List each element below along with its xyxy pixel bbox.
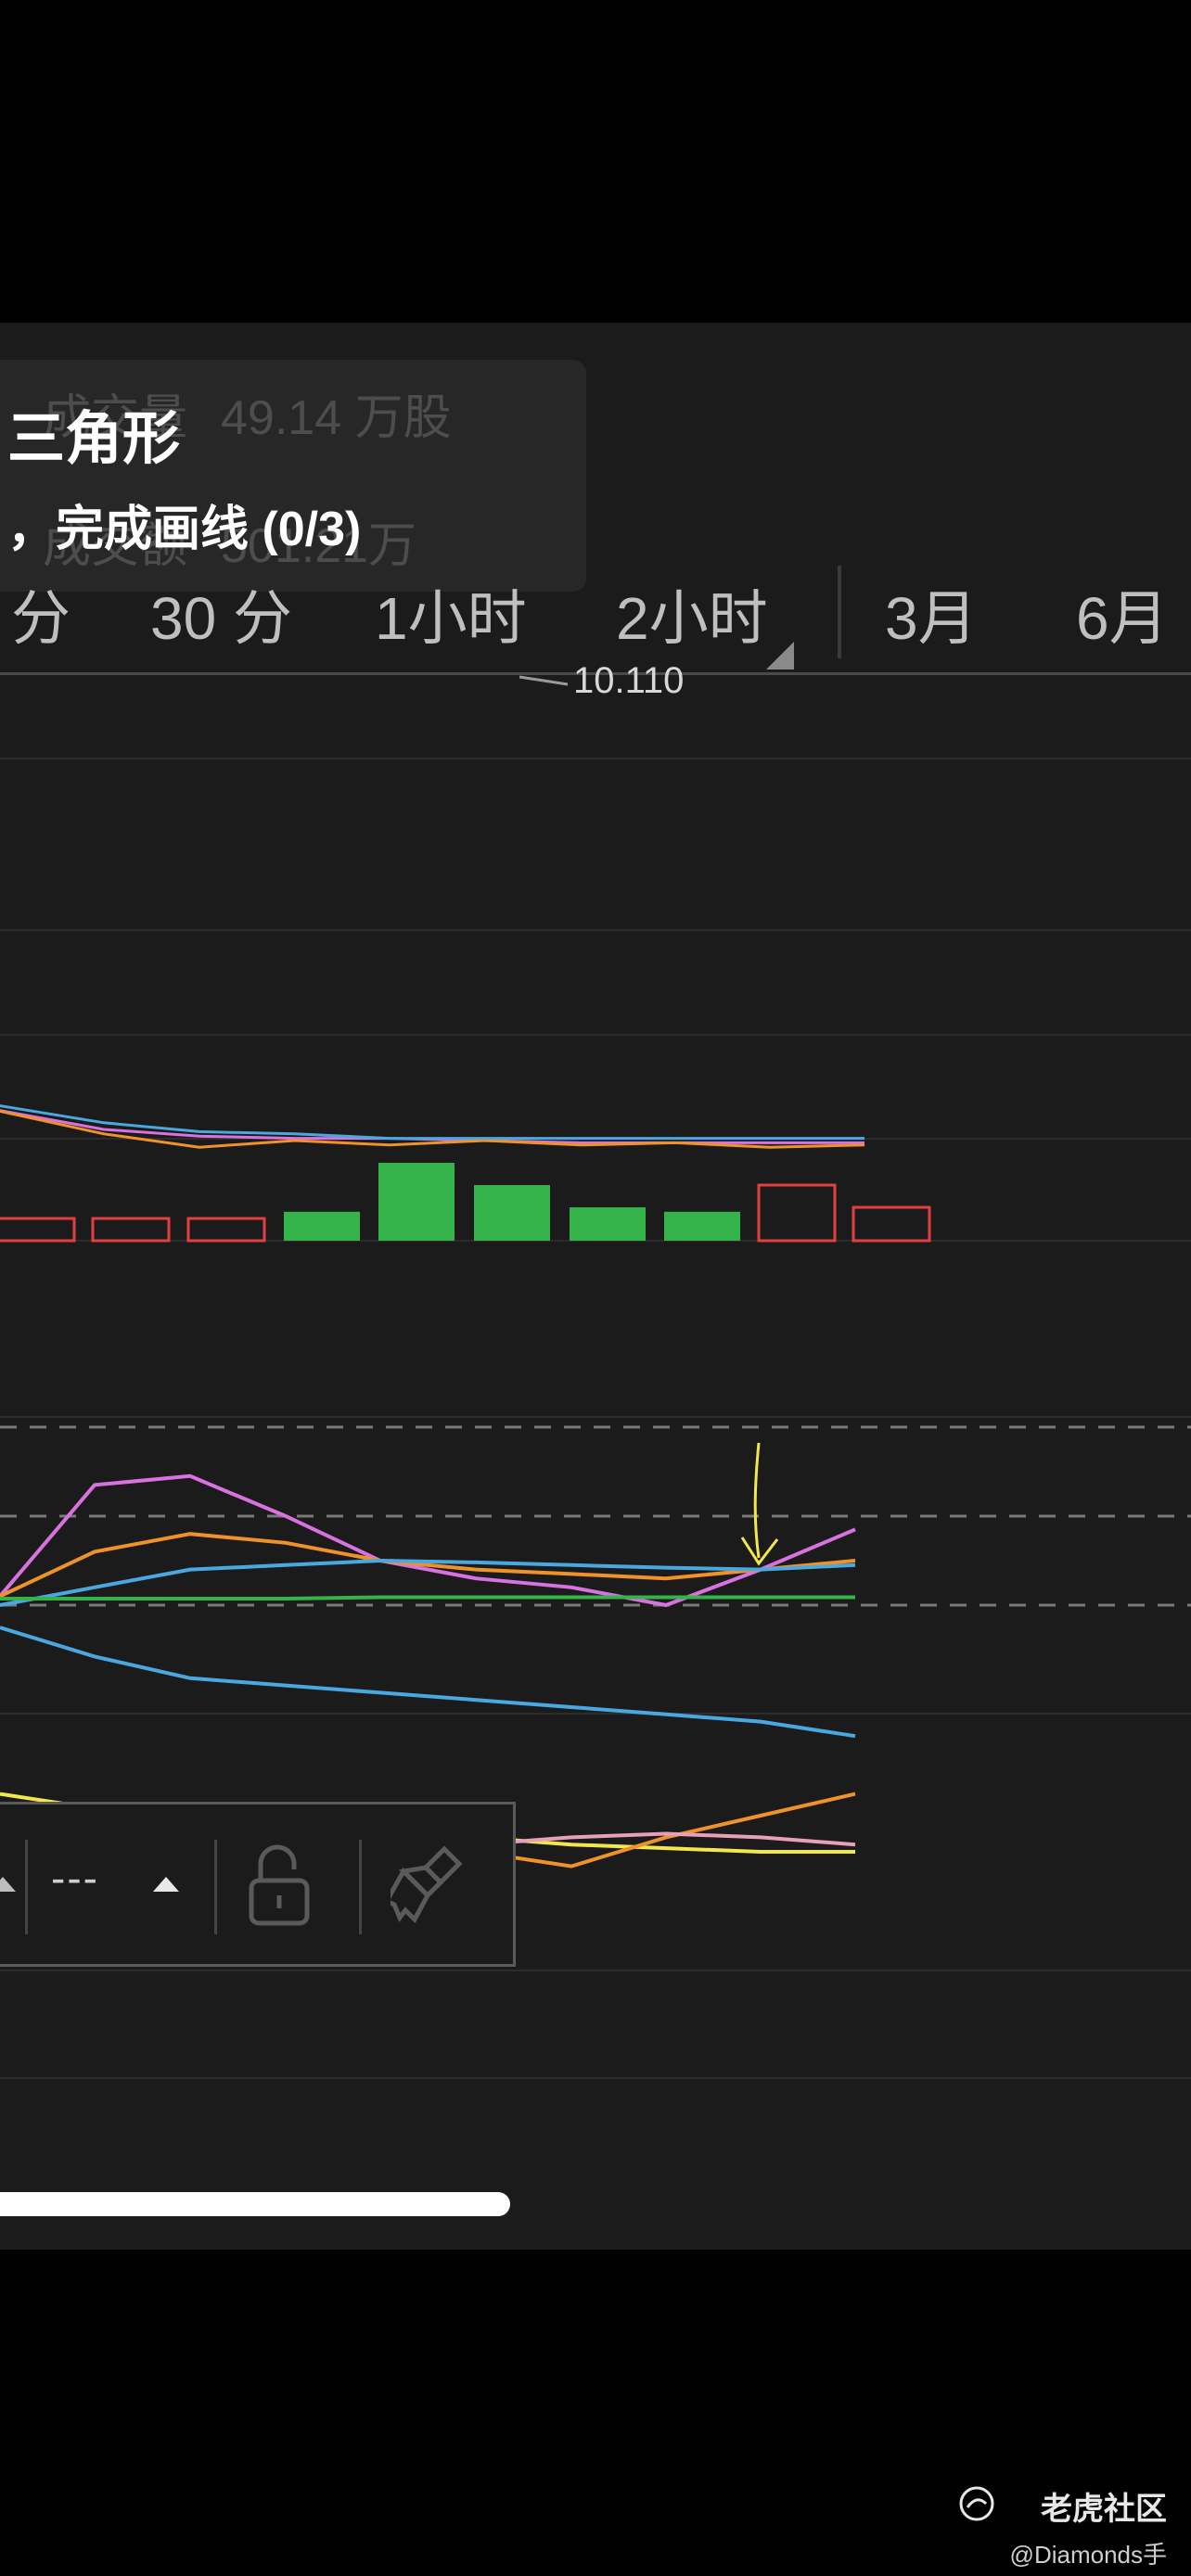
indicator-line: [0, 1532, 856, 1599]
volume-bar: [570, 1207, 646, 1241]
tab-divider: [838, 566, 841, 658]
volume-bar: [0, 1217, 76, 1243]
volume-bar: [284, 1211, 360, 1241]
volume-value: 49.14 万股: [221, 391, 452, 445]
toolbar-divider: [359, 1840, 362, 1934]
bottom-indicator-line: [0, 1626, 856, 1739]
tiger-logo-icon: [959, 2486, 994, 2521]
volume-bar: [757, 1183, 837, 1243]
tab-minute[interactable]: 分: [11, 571, 70, 657]
brush-icon[interactable]: [391, 1843, 474, 1929]
drawing-tool-title: 三角形: [7, 407, 181, 471]
dropdown-corner-icon: [766, 642, 794, 670]
stock-chart-app: 成交量 49.14 万股 成交额 501.21万 三角形 ，完成画线 (0/3)…: [0, 323, 1191, 2250]
bottom-indicator-line: [0, 1595, 855, 1600]
price-label: 10.110: [573, 660, 685, 701]
lock-open-icon[interactable]: [246, 1842, 313, 1931]
horizontal-scrollbar[interactable]: [0, 2192, 510, 2216]
volume-bar: [91, 1217, 171, 1243]
line-style-select[interactable]: ---: [51, 1853, 99, 1903]
volume-ma-line: [0, 1103, 864, 1141]
tab-3month[interactable]: 3月: [885, 571, 978, 657]
volume-bar: [378, 1163, 455, 1241]
tab-1hour[interactable]: 1小时: [375, 571, 527, 657]
tab-2hour[interactable]: 2小时: [616, 571, 768, 657]
drawing-toolbar: ---: [0, 1802, 516, 1967]
volume-bar: [664, 1211, 740, 1241]
chevron-up-icon[interactable]: [153, 1877, 179, 1892]
volume-bar: [474, 1185, 550, 1241]
toolbar-divider: [25, 1840, 28, 1934]
period-tabs: 分 30 分 1小时 2小时 3月 6月: [0, 555, 1191, 670]
watermark: 老虎社区 @Diamonds手: [959, 2483, 1167, 2570]
watermark-site: 老虎社区: [1041, 2492, 1167, 2527]
volume-bar: [852, 1205, 931, 1243]
watermark-user: @Diamonds手: [1009, 2541, 1167, 2569]
chevron-up-icon[interactable]: [0, 1877, 16, 1892]
down-arrow-head: [740, 1537, 779, 1566]
price-pointer: [519, 675, 569, 686]
tab-6month[interactable]: 6月: [1076, 571, 1169, 657]
tab-30min[interactable]: 30 分: [150, 571, 292, 657]
toolbar-divider: [214, 1840, 217, 1934]
indicator-line: [0, 1473, 856, 1608]
down-arrow: [753, 1442, 761, 1559]
drawing-hint: ，完成画线 (0/3): [7, 503, 362, 556]
volume-ma-line: [0, 1109, 865, 1149]
volume-bar: [186, 1217, 266, 1243]
